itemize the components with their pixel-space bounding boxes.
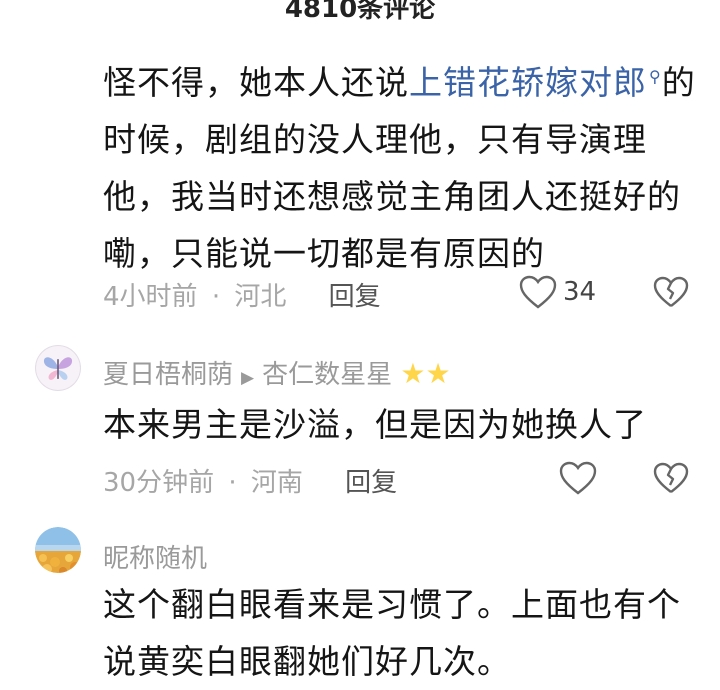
comment-count-header: 4810条评论 <box>284 0 436 24</box>
star-icon: ★ <box>425 357 451 390</box>
comment-time: 4小时前 <box>103 282 198 312</box>
reply-arrow-icon: ▶ <box>241 368 255 388</box>
dislike-broken-heart-icon[interactable] <box>653 462 689 494</box>
comment-username-row: 夏日梧桐荫 ▶ 杏仁数星星 ★★ <box>103 354 451 391</box>
dislike-broken-heart-icon[interactable] <box>653 276 689 308</box>
comment-time: 30分钟前 <box>103 468 215 498</box>
comment-location: 河南 <box>250 468 303 498</box>
avatar[interactable] <box>35 345 81 391</box>
reply-to-username[interactable]: 杏仁数星星 <box>262 360 392 390</box>
search-link-label: 上错花轿嫁对郎 <box>409 63 647 102</box>
comment-text: 怪不得，她本人还说上错花轿嫁对郎 ⚲的时候，剧组的没人理他，只有导演理他，我当时还… <box>103 48 703 282</box>
avatar[interactable] <box>35 527 81 573</box>
comment-meta: 30分钟前 · 河南 回复 <box>103 462 397 499</box>
search-link[interactable]: 上错花轿嫁对郎 ⚲ <box>409 63 662 102</box>
like-count: 34 <box>563 277 597 307</box>
reply-button[interactable]: 回复 <box>345 468 397 498</box>
comment-meta: 4小时前 · 河北 回复 <box>103 276 381 313</box>
username[interactable]: 夏日梧桐荫 <box>103 360 233 390</box>
heart-icon[interactable] <box>559 461 597 495</box>
comment-text-part: 怪不得，她本人还说 <box>103 63 409 102</box>
heart-icon <box>519 275 557 309</box>
comment-text: 本来男主是沙溢，但是因为她换人了 <box>103 405 647 444</box>
like-button[interactable]: 34 <box>519 275 596 309</box>
meta-separator: · <box>228 468 237 498</box>
flower-field-icon <box>35 527 81 573</box>
username[interactable]: 昵称随机 <box>103 538 207 575</box>
meta-separator: · <box>211 282 221 312</box>
butterfly-icon <box>35 345 81 391</box>
star-icon: ★ <box>400 357 426 390</box>
reply-button[interactable]: 回复 <box>329 282 381 312</box>
comment-location: 河北 <box>234 282 287 312</box>
comment-text: 这个翻白眼看来是习惯了。上面也有个说黄奕白眼翻她们好几次。 <box>103 585 681 681</box>
search-icon: ⚲ <box>649 67 662 86</box>
